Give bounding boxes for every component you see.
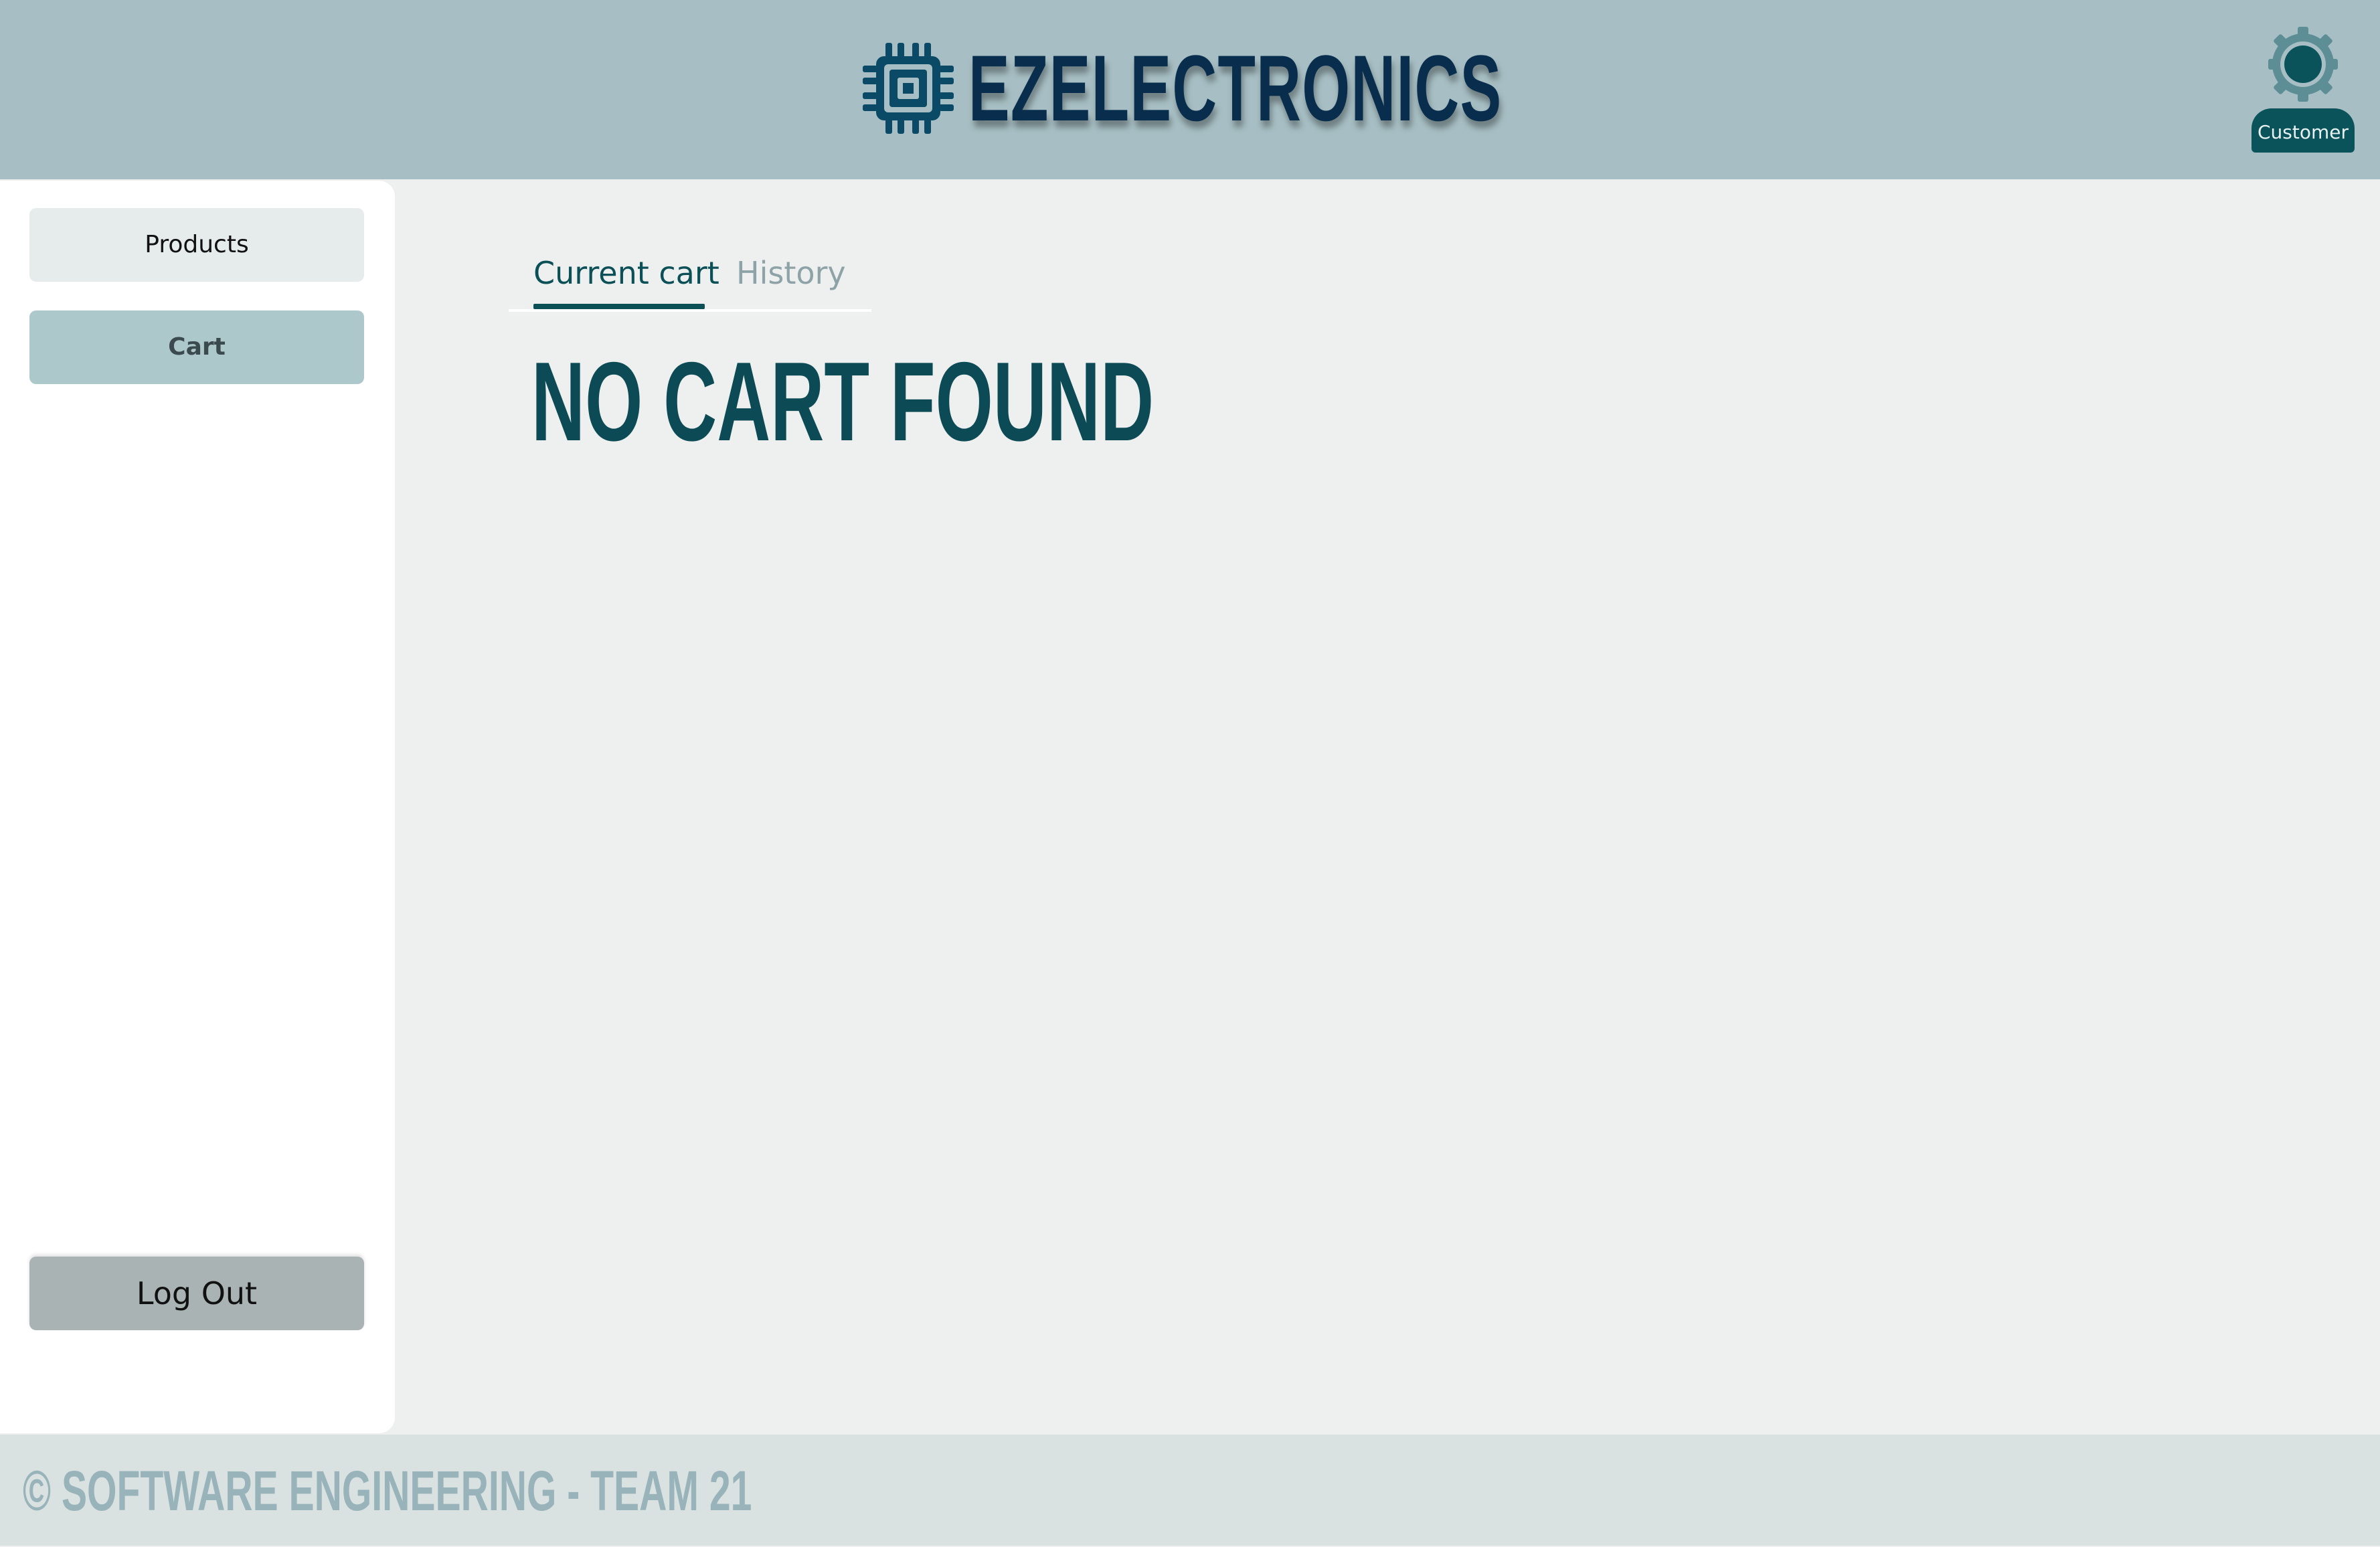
sidebar: Products Cart Log Out xyxy=(0,181,395,1433)
active-tab-indicator xyxy=(533,304,705,309)
tab-history[interactable]: History xyxy=(736,248,846,309)
cart-tabs: Current cart History xyxy=(509,248,871,312)
sidebar-item-cart[interactable]: Cart xyxy=(29,310,364,384)
tab-current-cart[interactable]: Current cart xyxy=(533,248,719,309)
brand-name: EZELECTRONICS xyxy=(968,35,1503,141)
chip-icon xyxy=(860,40,956,136)
top-header: EZELECTRONICS Customer xyxy=(0,0,2380,179)
empty-cart-message: NO CART FOUND xyxy=(531,339,1155,464)
brand-logo: EZELECTRONICS xyxy=(860,35,1777,142)
footer: © SOFTWARE ENGINEERING - TEAM 21 xyxy=(0,1435,2380,1546)
user-role-badge: Customer xyxy=(2251,108,2355,153)
sidebar-item-products[interactable]: Products xyxy=(29,208,364,282)
user-menu[interactable]: Customer xyxy=(2251,24,2355,153)
footer-copyright: © SOFTWARE ENGINEERING - TEAM 21 xyxy=(23,1459,752,1522)
user-gear-icon xyxy=(2268,24,2338,107)
logout-button[interactable]: Log Out xyxy=(29,1257,364,1330)
